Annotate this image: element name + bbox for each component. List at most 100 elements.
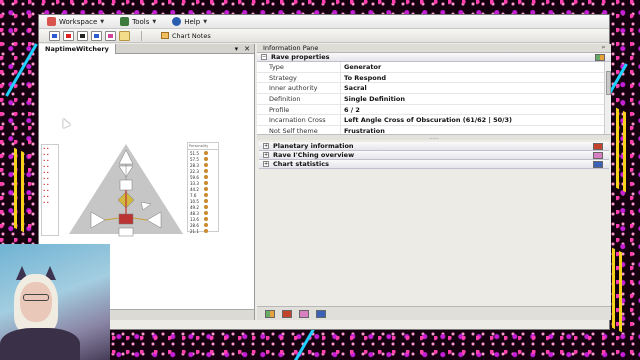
folder-icon [161, 32, 169, 39]
planet-symbol-icon [204, 199, 208, 203]
section-label: Chart statistics [273, 160, 329, 168]
vertical-scrollbar[interactable] [604, 62, 611, 134]
application-window: Workspace ▼ Tools ▼ Help ▼ Chart Notes N… [38, 14, 611, 330]
help-icon [172, 17, 182, 26]
menu-label: Tools [132, 17, 150, 26]
throat-center [119, 179, 133, 191]
personality-line: 21.1 [188, 228, 218, 234]
gate-value: 22.3 [190, 168, 199, 174]
planet-symbol-icon [204, 157, 208, 161]
property-row[interactable]: Not Self theme Frustration [257, 126, 611, 135]
property-value: 6 / 2 [344, 105, 360, 114]
color-black-icon[interactable] [77, 30, 88, 41]
pane-title-bar: Information Pane ᵖ [257, 44, 611, 53]
iching-icon[interactable] [299, 309, 309, 318]
planet-symbol-icon [204, 193, 208, 197]
gate-value: 49.2 [190, 204, 199, 210]
collapse-icon[interactable]: − [261, 54, 267, 60]
gate-value: 21.1 [190, 228, 199, 234]
property-key: Strategy [257, 72, 341, 83]
personality-header: Personality [188, 143, 218, 150]
tab-list-icon[interactable]: ▾ [235, 45, 239, 53]
gate-value: 10.5 [190, 198, 199, 204]
sacral-center [118, 213, 134, 225]
planet-symbol-icon [204, 175, 208, 179]
planet-symbol-icon [204, 181, 208, 185]
chevron-down-icon: ▼ [152, 18, 157, 25]
gate-value: 48.3 [190, 210, 199, 216]
property-key: Profile [257, 104, 341, 115]
gate-value: 57.5 [190, 156, 199, 162]
document-tab[interactable]: NaptimeWitchery [39, 43, 116, 54]
section-label: Rave properties [271, 53, 330, 61]
gate-value: 13.6 [190, 216, 199, 222]
section-rave-iching[interactable]: + Rave I'Ching overview [259, 151, 609, 160]
new-chart-icon[interactable] [49, 30, 60, 41]
glasses [23, 294, 49, 301]
section-planetary-information[interactable]: + Planetary information [259, 142, 609, 151]
pane-title: Information Pane [263, 44, 319, 52]
property-row[interactable]: Incarnation Cross Left Angle Cross of Obs… [257, 115, 611, 127]
rave-properties-icon[interactable] [265, 309, 275, 318]
rave-properties-icon [595, 54, 605, 61]
color-red-icon[interactable] [63, 30, 74, 41]
planet-symbol-icon [204, 169, 208, 173]
design-line: • • [43, 199, 49, 205]
menu-label: Help [184, 17, 201, 26]
root-center [118, 227, 134, 237]
planetary-icon[interactable] [282, 309, 292, 318]
planet-symbol-icon [204, 151, 208, 155]
scrollbar-thumb[interactable] [606, 71, 611, 95]
bodygraph-chart[interactable]: • • • • • • • • • • • • • • • • • • • • [39, 142, 255, 242]
section-chart-statistics[interactable]: + Chart statistics [259, 160, 609, 169]
property-value: Single Definition [344, 94, 405, 103]
document-tab-label: NaptimeWitchery [45, 44, 109, 53]
property-key: Incarnation Cross [257, 115, 341, 126]
property-row[interactable]: Definition Single Definition [257, 94, 611, 105]
note-icon[interactable] [119, 30, 130, 41]
menu-workspace[interactable]: Workspace ▼ [47, 17, 104, 26]
planet-symbol-icon [204, 163, 208, 167]
gate-value: 28.3 [190, 162, 199, 168]
menu-tools[interactable]: Tools ▼ [120, 17, 156, 26]
planetary-icon [593, 143, 603, 150]
expand-icon[interactable]: + [263, 161, 269, 167]
property-row[interactable]: Inner authority Sacral [257, 83, 611, 95]
property-row[interactable]: Profile 6 / 2 [257, 104, 611, 116]
menu-help[interactable]: Help ▼ [172, 17, 207, 26]
pane-toolbar [257, 306, 611, 320]
property-row[interactable]: Strategy To Respond [257, 72, 611, 84]
document-tab-strip: NaptimeWitchery ▾ ✕ [39, 43, 254, 54]
property-row[interactable]: Type Generator [257, 62, 611, 73]
close-icon[interactable]: ✕ [244, 45, 250, 53]
section-rave-properties[interactable]: − Rave properties [257, 53, 611, 62]
bodygraph-figure [69, 144, 183, 237]
chevron-down-icon: ▼ [203, 18, 208, 25]
planet-symbol-icon [204, 217, 208, 221]
section-label: Rave I'Ching overview [273, 151, 355, 159]
gate-value: 28.6 [190, 222, 199, 228]
rave-properties-grid: Type Generator Strategy To Respond Inner aut… [257, 62, 611, 135]
property-key: Inner authority [257, 83, 341, 94]
property-key: Not Self theme [257, 126, 341, 134]
chart-notes-button[interactable]: Chart Notes [161, 32, 211, 40]
pin-icon[interactable]: ᵖ [602, 44, 605, 52]
design-column: • • • • • • • • • • • • • • • • • • • • [41, 144, 59, 236]
statistics-icon [593, 161, 603, 168]
expand-icon[interactable]: + [263, 152, 269, 158]
property-value: Frustration [344, 126, 385, 135]
webcam-overlay [0, 244, 110, 360]
pane-splitter[interactable]: ...... [257, 135, 611, 141]
property-value: Generator [344, 62, 382, 71]
mouse-cursor-icon [59, 116, 71, 129]
planet-symbol-icon [204, 187, 208, 191]
color-pink-icon[interactable] [105, 30, 116, 41]
planet-symbol-icon [204, 211, 208, 215]
expand-icon[interactable]: + [263, 143, 269, 149]
menu-label: Workspace [59, 17, 98, 26]
menu-bar: Workspace ▼ Tools ▼ Help ▼ [39, 15, 609, 29]
statistics-icon[interactable] [316, 309, 326, 318]
color-blue-icon[interactable] [91, 30, 102, 41]
face [20, 282, 52, 322]
shoulder [0, 328, 80, 360]
